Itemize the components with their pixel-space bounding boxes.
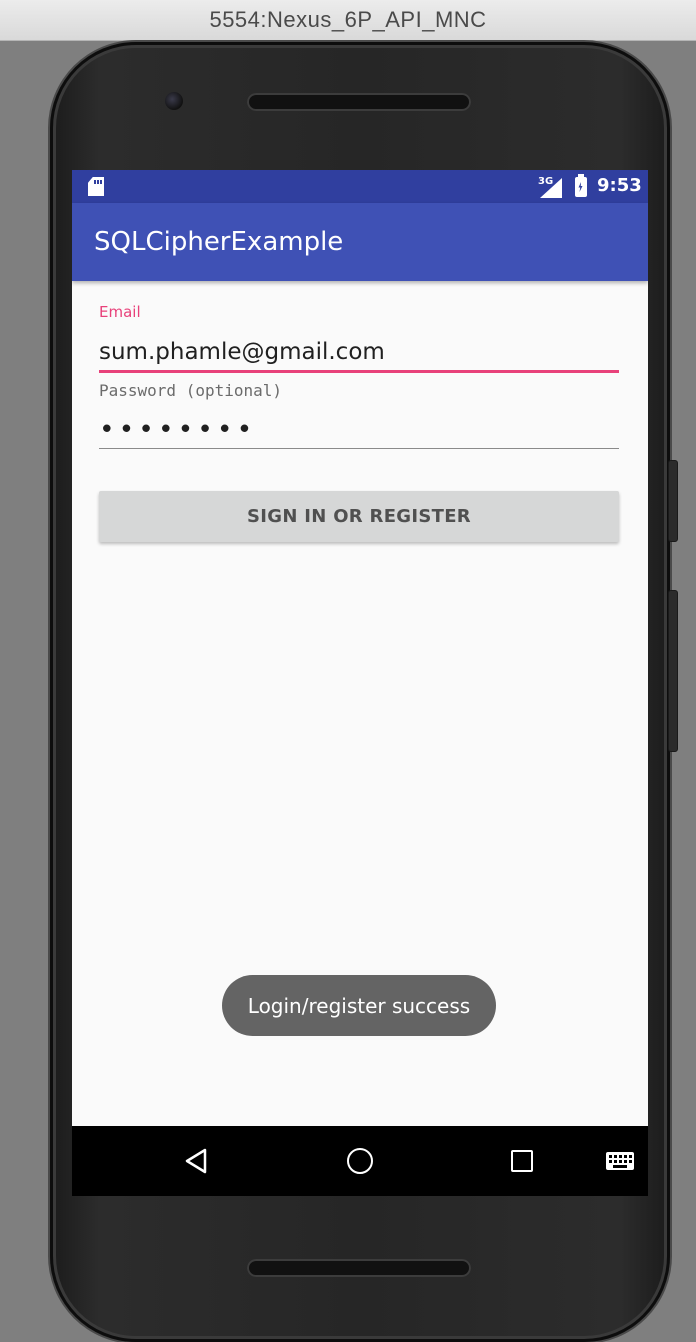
top-speaker xyxy=(247,93,471,111)
power-button[interactable] xyxy=(668,460,678,542)
network-type-label: 3G xyxy=(538,176,554,187)
battery-charging-icon xyxy=(575,174,587,197)
bottom-speaker xyxy=(247,1259,471,1277)
email-field[interactable] xyxy=(99,334,619,373)
email-label: Email xyxy=(99,303,141,321)
home-icon[interactable] xyxy=(347,1148,373,1174)
recent-apps-icon[interactable] xyxy=(511,1150,533,1172)
app-title: SQLCipherExample xyxy=(94,227,344,257)
sign-in-or-register-button[interactable]: SIGN IN OR REGISTER xyxy=(99,491,619,542)
status-bar: 3G 9:53 xyxy=(72,170,648,203)
app-bar: SQLCipherExample xyxy=(72,203,648,281)
volume-button[interactable] xyxy=(668,590,678,752)
device-screen: 3G 9:53 SQLCipherExample Email Password … xyxy=(72,170,648,1196)
toast-message: Login/register success xyxy=(222,975,496,1036)
status-clock: 9:53 xyxy=(597,175,642,196)
front-camera xyxy=(165,92,183,110)
password-field[interactable] xyxy=(99,412,619,449)
sd-card-icon xyxy=(88,177,104,196)
keyboard-icon[interactable] xyxy=(606,1152,634,1170)
password-label: Password (optional) xyxy=(99,381,283,400)
back-icon[interactable] xyxy=(185,1148,207,1174)
emulator-window-title: 5554:Nexus_6P_API_MNC xyxy=(0,0,696,41)
navigation-bar xyxy=(72,1126,648,1196)
